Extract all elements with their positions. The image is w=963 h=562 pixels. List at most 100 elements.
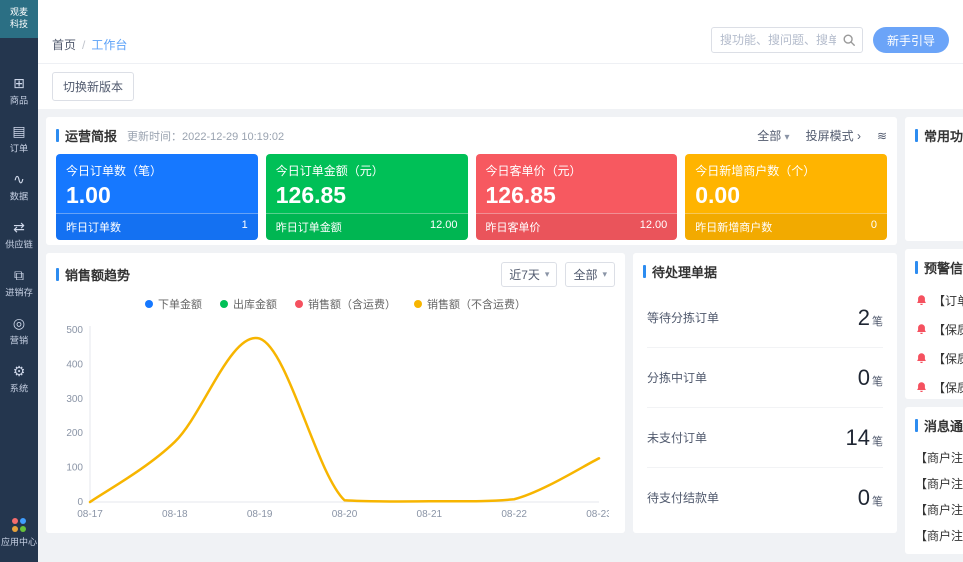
brand-logo-text: 科技 [10,19,28,31]
order-icon: ▤ [12,124,25,138]
breadcrumb: 首页 / 工作台 [52,36,127,53]
sidebar-item-supply-chain[interactable]: ⇄ 供应链 [0,220,38,251]
brief-scope-dropdown[interactable]: 全部 ▾ [757,127,789,144]
sidebar-item-marketing[interactable]: ◎ 营销 [0,316,38,347]
notice-item[interactable]: 【商户注册】 [915,496,963,522]
alarm-bell-icon [915,381,928,394]
pending-count: 2 [858,305,870,330]
newbie-guide-button[interactable]: 新手引导 [873,27,949,53]
warning-item[interactable]: 【保质期 [915,344,963,373]
stat-card-today-avg-price: 今日客单价（元） 126.85 昨日客单价12.00 [476,154,678,240]
dashboard-content: 运营简报 更新时间：2022-12-29 10:19:02 全部 ▾ 投屏模式 … [38,109,963,562]
pending-count: 14 [846,425,870,450]
card-accent-bar [915,419,918,432]
warning-text: 【订单】 [933,292,963,309]
sidebar-nav: ⊞ 商品 ▤ 订单 ∿ 数据 ⇄ 供应链 ⧉ 进销存 ◎ 营销 [0,38,38,508]
chart-legend: 下单金额 出库金额 销售额（含运费） [46,294,625,316]
stat-yesterday-label: 昨日客单价 [486,219,541,235]
card-accent-bar [915,261,918,274]
switch-version-button[interactable]: 切换新版本 [52,72,134,101]
breadcrumb-current-link[interactable]: 工作台 [91,36,127,53]
brand-logo-text: 观麦 [10,7,28,19]
svg-text:08-22: 08-22 [501,509,527,520]
sidebar-item-data[interactable]: ∿ 数据 [0,172,38,203]
legend-dot [145,300,153,308]
supply-chain-icon: ⇄ [13,220,25,234]
pending-card-title: 待处理单据 [652,262,717,281]
pending-label: 等待分拣订单 [647,309,719,326]
chevron-down-icon: ▾ [545,269,550,280]
stat-title: 今日客单价（元） [476,154,678,179]
legend-item-order-amount[interactable]: 下单金额 [145,296,202,312]
operation-brief-card: 运营简报 更新时间：2022-12-29 10:19:02 全部 ▾ 投屏模式 … [46,117,897,245]
brand-logo: 观麦 科技 [0,0,38,38]
legend-item-sales-with-freight[interactable]: 销售额（含运费） [295,296,396,312]
alarm-bell-icon [915,294,928,307]
notice-text: 【商户注册】 [915,449,963,466]
breadcrumb-separator: / [82,38,85,52]
layout-settings-icon[interactable]: ≋ [877,129,887,143]
sidebar-item-system[interactable]: ⚙ 系统 [0,364,38,395]
main-area: 首页 / 工作台 新手引导 切换新版本 [38,0,963,562]
svg-text:400: 400 [66,359,83,370]
sidebar-item-label: 营销 [10,333,28,347]
topbar: 首页 / 工作台 新手引导 [38,0,963,64]
pending-documents-card: 待处理单据 等待分拣订单 2笔 分拣中订单 0笔 [633,253,897,533]
pending-row-waiting-sort[interactable]: 等待分拣订单 2笔 [647,288,883,348]
warning-info-card: 预警信息 【订单】 【保质期 【保质期 [905,249,963,399]
sidebar-item-orders[interactable]: ▤ 订单 [0,124,38,155]
notice-item[interactable]: 【商户注册】 [915,444,963,470]
sidebar-item-inventory[interactable]: ⧉ 进销存 [0,268,38,299]
stat-title: 今日订单金额（元） [266,154,468,179]
app-root: 观麦 科技 ⊞ 商品 ▤ 订单 ∿ 数据 ⇄ 供应链 ⧉ 进销存 [0,0,963,562]
notice-item[interactable]: 【商户注册】 [915,470,963,496]
scope-select[interactable]: 全部▾ [565,262,615,287]
legend-dot [295,300,303,308]
svg-text:08-23: 08-23 [586,509,609,520]
card-accent-bar [56,268,59,281]
notice-text: 【商户注册】 [915,475,963,492]
search-icon[interactable] [842,33,856,47]
legend-dot [220,300,228,308]
sidebar-item-label: 订单 [10,141,28,155]
chevron-down-icon: ▾ [602,269,607,280]
warning-info-title: 预警信息 [924,258,963,277]
stat-yesterday-label: 昨日订单金额 [276,219,342,235]
sidebar-item-label: 系统 [10,381,28,395]
breadcrumb-home-link[interactable]: 首页 [52,36,76,53]
legend-item-outbound-amount[interactable]: 出库金额 [220,296,277,312]
notice-item[interactable]: 【商户注册】 [915,522,963,548]
sidebar-item-goods[interactable]: ⊞ 商品 [0,76,38,107]
right-panel: 常用功能 预警信息 【订单】 [905,117,963,554]
pending-unit: 笔 [872,376,883,388]
svg-text:200: 200 [66,428,83,439]
warning-item[interactable]: 【保质期 [915,315,963,344]
stat-yesterday-label: 昨日订单数 [66,219,121,235]
message-notice-card: 消息通知 【商户注册】 【商户注册】 【商户注册】 【商户注册】 [905,407,963,554]
legend-item-sales-without-freight[interactable]: 销售额（不含运费） [414,296,526,312]
warning-item[interactable]: 【订单】 [915,286,963,315]
marketing-icon: ◎ [13,316,25,330]
sidebar-item-app-center[interactable]: 应用中心 [0,508,38,562]
stat-yesterday-value: 12.00 [640,219,668,235]
warning-text: 【保质期 [933,321,963,338]
screen-cast-mode-button[interactable]: 投屏模式 › [806,127,861,144]
pending-row-sorting[interactable]: 分拣中订单 0笔 [647,348,883,408]
stat-value: 1.00 [56,179,258,213]
date-range-select[interactable]: 近7天▾ [501,262,557,287]
svg-text:0: 0 [77,497,83,508]
warning-item[interactable]: 【保质期 [915,373,963,402]
svg-text:08-18: 08-18 [162,509,188,520]
pending-row-unpaid-orders[interactable]: 未支付订单 14笔 [647,408,883,468]
stat-yesterday-label: 昨日新增商户数 [695,219,772,235]
sidebar-item-label: 进销存 [5,285,33,299]
pending-label: 待支付结款单 [647,489,719,506]
stat-yesterday-value: 1 [242,219,248,235]
version-bar: 切换新版本 [38,64,963,109]
search-input[interactable] [711,27,863,53]
stat-title: 今日新增商户数（个） [685,154,887,179]
pending-row-settlement[interactable]: 待支付结款单 0笔 [647,468,883,527]
sidebar: 观麦 科技 ⊞ 商品 ▤ 订单 ∿ 数据 ⇄ 供应链 ⧉ 进销存 [0,0,38,562]
stat-title: 今日订单数（笔） [56,154,258,179]
brief-update-time: 更新时间：2022-12-29 10:19:02 [127,128,284,144]
